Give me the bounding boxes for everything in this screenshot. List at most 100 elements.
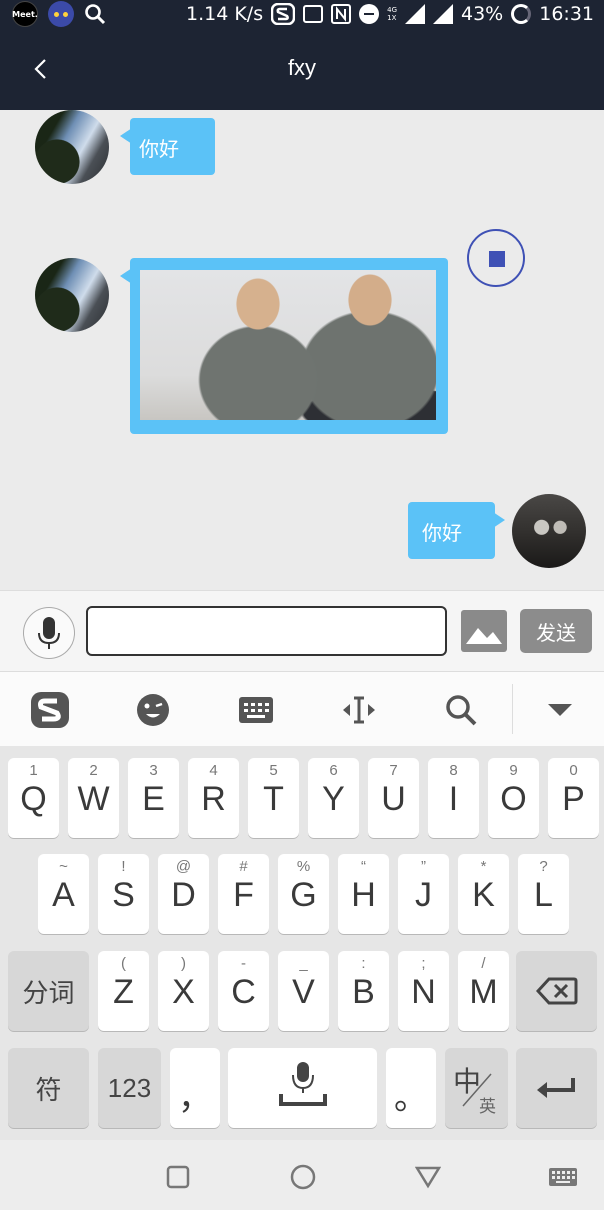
comma-key[interactable]: ， bbox=[170, 1048, 220, 1128]
do-not-disturb-icon bbox=[359, 4, 380, 24]
sogou-icon bbox=[271, 3, 296, 25]
key-p[interactable]: 0P bbox=[548, 758, 599, 838]
input-bar: 发送 bbox=[0, 590, 604, 672]
triangle-back-icon bbox=[415, 1166, 441, 1189]
key-f[interactable]: # F bbox=[218, 854, 269, 934]
voice-input-button[interactable] bbox=[23, 607, 75, 659]
key-sub: * bbox=[480, 858, 487, 875]
key-sub: 3 bbox=[149, 762, 158, 779]
key-sub: : bbox=[361, 955, 366, 972]
key-g[interactable]: % G bbox=[278, 854, 329, 934]
keyboard-layout-icon[interactable] bbox=[234, 690, 278, 730]
language-sub-label: 英 bbox=[479, 1097, 496, 1116]
key-a[interactable]: ~ A bbox=[38, 854, 89, 934]
key-b[interactable]: :B bbox=[338, 951, 389, 1031]
key-q[interactable]: 1Q bbox=[8, 758, 59, 838]
home-button[interactable] bbox=[288, 1162, 318, 1192]
keyboard-switch-button[interactable] bbox=[548, 1162, 578, 1192]
key-main: B bbox=[352, 973, 375, 1011]
key-t[interactable]: 5T bbox=[248, 758, 299, 838]
search-icon bbox=[85, 4, 106, 25]
key-r[interactable]: 4R bbox=[188, 758, 239, 838]
key-main: I bbox=[448, 780, 459, 818]
image-picker-button[interactable] bbox=[461, 610, 507, 652]
key-k[interactable]: * K bbox=[458, 854, 509, 934]
enter-key[interactable] bbox=[516, 1048, 597, 1128]
segment-key[interactable]: 分词 bbox=[8, 951, 89, 1031]
back-nav-button[interactable] bbox=[413, 1162, 443, 1192]
stop-button[interactable] bbox=[467, 229, 525, 287]
sogou-logo-icon[interactable] bbox=[28, 690, 72, 730]
key-main: P bbox=[562, 780, 585, 818]
key-z[interactable]: (Z bbox=[98, 951, 149, 1031]
key-v[interactable]: _ V bbox=[278, 951, 329, 1031]
cursor-move-icon[interactable] bbox=[337, 690, 381, 730]
key-y[interactable]: 6Y bbox=[308, 758, 359, 838]
numbers-key[interactable]: 123 bbox=[98, 1048, 161, 1128]
search-icon[interactable] bbox=[439, 690, 483, 730]
key-e[interactable]: 3E bbox=[128, 758, 179, 838]
language-switch-key[interactable]: 中 英 bbox=[445, 1048, 508, 1128]
square-icon bbox=[166, 1165, 190, 1189]
key-sub: 6 bbox=[329, 762, 338, 779]
key-sub: “ bbox=[361, 858, 366, 875]
key-o[interactable]: 9O bbox=[488, 758, 539, 838]
backspace-key[interactable] bbox=[516, 951, 597, 1031]
my-avatar[interactable] bbox=[512, 494, 586, 568]
contact-avatar[interactable] bbox=[35, 258, 109, 332]
stop-icon bbox=[489, 251, 505, 267]
key-s[interactable]: ! S bbox=[98, 854, 149, 934]
keyboard-toolbar bbox=[0, 672, 604, 746]
keyboard-icon bbox=[549, 1168, 577, 1186]
key-sub: / bbox=[481, 955, 486, 972]
key-main: Q bbox=[20, 780, 47, 818]
key-sub: 9 bbox=[509, 762, 518, 779]
key-sub: 7 bbox=[389, 762, 398, 779]
key-l[interactable]: ? L bbox=[518, 854, 569, 934]
status-bar: Meet. 1.14 K/s 4G 1X 43% 16:31 bbox=[0, 0, 604, 28]
period-key[interactable]: 。 bbox=[386, 1048, 436, 1128]
key-main: N bbox=[411, 973, 436, 1011]
message-bubble-received[interactable]: 你好 bbox=[120, 118, 215, 175]
key-c[interactable]: -C bbox=[218, 951, 269, 1031]
key-w[interactable]: 2W bbox=[68, 758, 119, 838]
header: fxy bbox=[0, 28, 604, 110]
chat-area[interactable]: 你好 你好 bbox=[0, 110, 604, 590]
key-j[interactable]: ” J bbox=[398, 854, 449, 934]
key-main: R bbox=[201, 780, 226, 818]
space-key[interactable] bbox=[228, 1048, 377, 1128]
key-h[interactable]: “H bbox=[338, 854, 389, 934]
contact-avatar[interactable] bbox=[35, 110, 109, 184]
key-n[interactable]: ; N bbox=[398, 951, 449, 1031]
emoji-icon[interactable] bbox=[131, 690, 175, 730]
key-sub: ” bbox=[421, 858, 426, 875]
key-sub: 0 bbox=[569, 762, 578, 779]
comma-key-label: ， bbox=[178, 1079, 212, 1117]
key-main: F bbox=[233, 876, 254, 914]
key-sub: - bbox=[241, 955, 246, 972]
key-sub: @ bbox=[175, 858, 192, 875]
key-sub: 4 bbox=[209, 762, 218, 779]
key-main: V bbox=[292, 973, 315, 1011]
key-i[interactable]: 8I bbox=[428, 758, 479, 838]
key-d[interactable]: @ D bbox=[158, 854, 209, 934]
key-u[interactable]: 7U bbox=[368, 758, 419, 838]
send-button[interactable]: 发送 bbox=[520, 609, 592, 653]
key-m[interactable]: / M bbox=[458, 951, 509, 1031]
key-sub: % bbox=[296, 858, 311, 875]
message-bubble-sent[interactable]: 你好 bbox=[408, 502, 505, 559]
image-message-bubble[interactable] bbox=[120, 258, 448, 434]
navigation-bar bbox=[0, 1140, 604, 1210]
key-x[interactable]: ) X bbox=[158, 951, 209, 1031]
shared-photo[interactable] bbox=[140, 270, 436, 420]
signal-icon-1 bbox=[405, 4, 425, 24]
collapse-keyboard-icon[interactable] bbox=[538, 690, 582, 730]
recent-apps-button[interactable] bbox=[163, 1162, 193, 1192]
message-input[interactable] bbox=[86, 606, 447, 656]
key-main: E bbox=[142, 780, 165, 818]
cast-icon bbox=[303, 5, 324, 23]
symbol-key[interactable]: 符 bbox=[8, 1048, 89, 1128]
key-sub: ) bbox=[181, 955, 186, 972]
key-main: A bbox=[52, 876, 75, 914]
nfc-icon bbox=[331, 4, 352, 24]
